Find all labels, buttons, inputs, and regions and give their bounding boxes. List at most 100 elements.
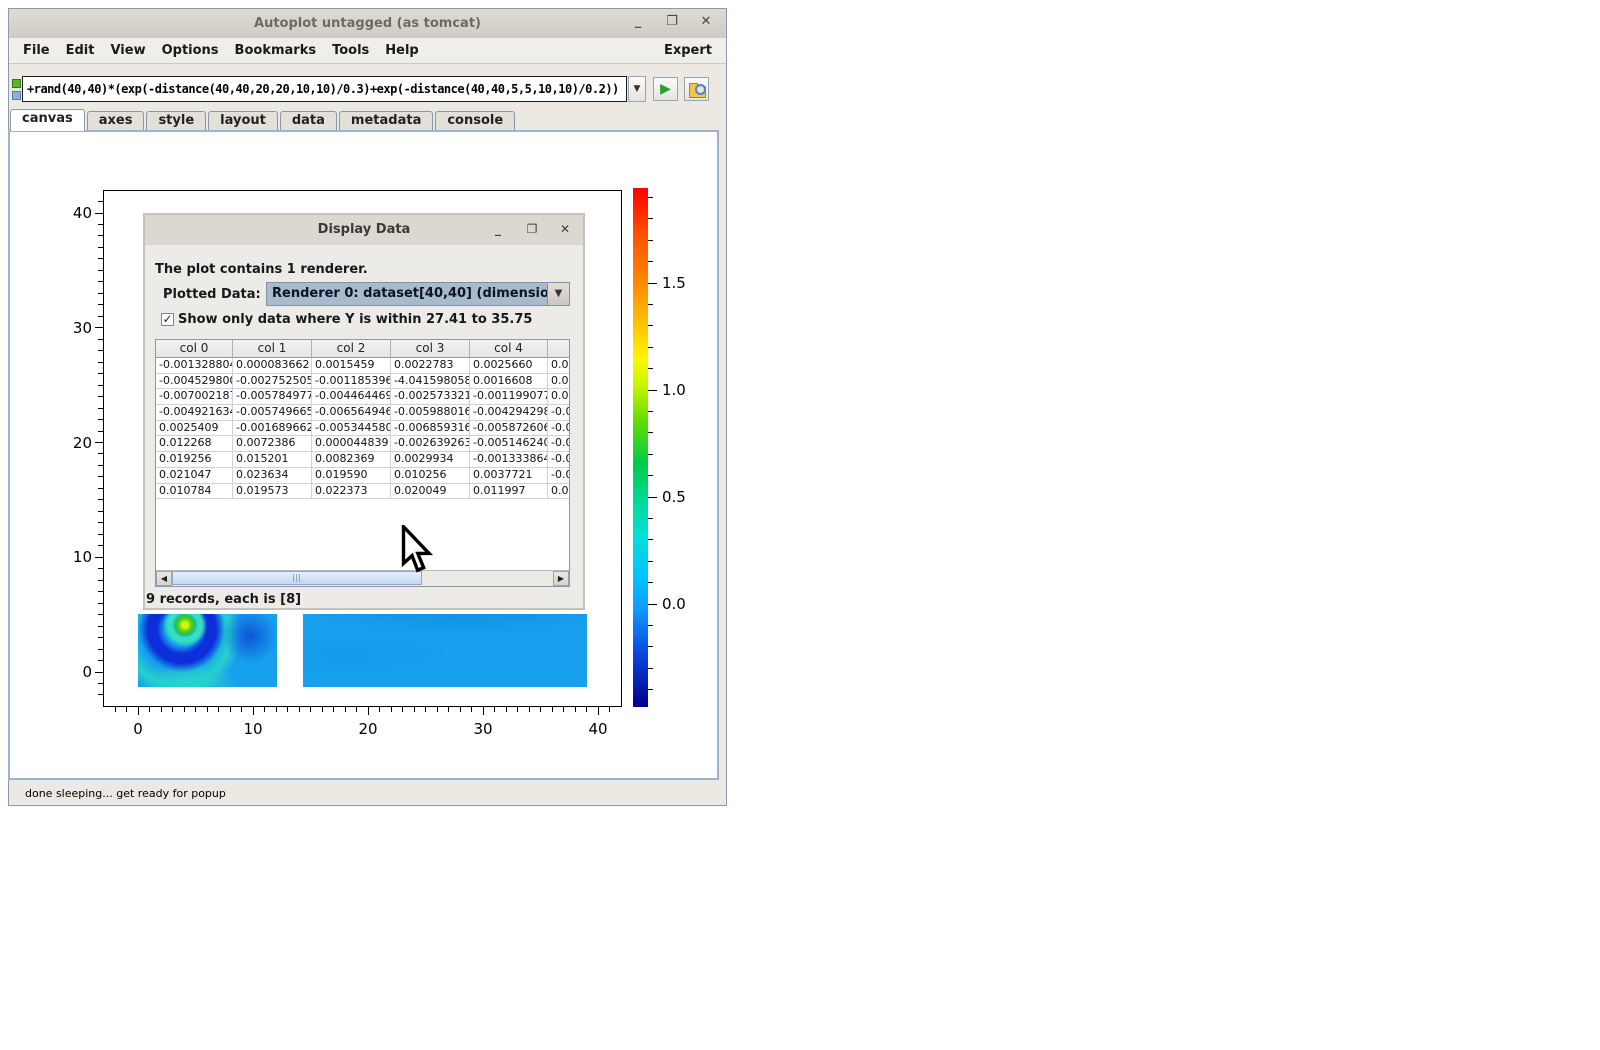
table-cell[interactable]: -0.004529800... <box>156 374 233 390</box>
table-cell[interactable]: -0.0 <box>548 452 570 468</box>
table-cell[interactable]: 0.011997 <box>470 484 548 500</box>
table-cell[interactable]: 0.0022783 <box>391 358 470 374</box>
expert-label[interactable]: Expert <box>664 43 712 58</box>
go-button[interactable]: ▶ <box>653 77 678 101</box>
window-titlebar[interactable]: Autoplot untagged (as tomcat) <box>9 9 726 38</box>
minimize-icon[interactable]: _ <box>627 14 649 32</box>
inspect-uri-button[interactable] <box>684 77 709 101</box>
menu-help[interactable]: Help <box>377 43 426 58</box>
tab-data[interactable]: data <box>280 111 337 131</box>
menu-view[interactable]: View <box>102 43 153 58</box>
chevron-down-icon[interactable]: ▼ <box>547 283 569 305</box>
menu-tools[interactable]: Tools <box>324 43 377 58</box>
table-cell[interactable]: -0.005146240... <box>470 436 548 452</box>
table-cell[interactable]: -0.0 <box>548 468 570 484</box>
menu-options[interactable]: Options <box>154 43 227 58</box>
table-cell[interactable]: 0.0072386 <box>233 436 312 452</box>
column-header[interactable]: col 3 <box>391 340 470 358</box>
table-cell[interactable]: 0.023634 <box>233 468 312 484</box>
table-row[interactable]: 0.0107840.0195730.0223730.0200490.011997… <box>156 484 569 500</box>
table-cell[interactable]: -0.002573321... <box>391 389 470 405</box>
table-cell[interactable]: -0.007002187... <box>156 389 233 405</box>
uri-input[interactable]: +rand(40,40)*(exp(-distance(40,40,20,20,… <box>22 76 627 102</box>
menu-bookmarks[interactable]: Bookmarks <box>227 43 325 58</box>
table-cell[interactable]: 0.0029934 <box>391 452 470 468</box>
table-cell[interactable]: -0.002752505... <box>233 374 312 390</box>
table-cell[interactable]: 0.019573 <box>233 484 312 500</box>
table-cell[interactable]: 0.0015459 <box>312 358 391 374</box>
column-header[interactable]: col 2 <box>312 340 391 358</box>
table-cell[interactable]: 0.010256 <box>391 468 470 484</box>
filter-checkbox[interactable]: ✓ <box>161 313 174 326</box>
uri-dropdown-button[interactable]: ▼ <box>628 76 646 102</box>
table-cell[interactable]: -0.0 <box>548 405 570 421</box>
table-cell[interactable]: -0.005784977... <box>233 389 312 405</box>
table-cell[interactable]: -0.001199077... <box>470 389 548 405</box>
table-cell[interactable]: -0.005988016... <box>391 405 470 421</box>
table-cell[interactable]: -0.002639263... <box>391 436 470 452</box>
table-cell[interactable]: -4.041598058... <box>391 374 470 390</box>
table-cell[interactable]: 0.021047 <box>156 468 233 484</box>
table-cell[interactable]: -0.005872606... <box>470 421 548 437</box>
table-cell[interactable]: -0.004921634... <box>156 405 233 421</box>
dialog-maximize-icon[interactable]: ❐ <box>522 221 542 239</box>
dialog-minimize-icon[interactable]: _ <box>488 221 508 239</box>
table-row[interactable]: 0.0192560.0152010.00823690.0029934-0.001… <box>156 452 569 468</box>
table-cell[interactable]: 0.0025660 <box>470 358 548 374</box>
table-cell[interactable]: -0.004464469... <box>312 389 391 405</box>
table-cell[interactable]: 0.00 <box>548 389 570 405</box>
table-cell[interactable]: 0.00 <box>548 374 570 390</box>
table-cell[interactable]: 0.019256 <box>156 452 233 468</box>
tab-canvas[interactable]: canvas <box>10 109 85 131</box>
table-row[interactable]: -0.001328804...0.0000836620.00154590.002… <box>156 358 569 374</box>
dialog-titlebar[interactable]: Display Data <box>145 215 583 245</box>
table-cell[interactable]: 0.0025409 <box>156 421 233 437</box>
table-cell[interactable]: -0.001328804... <box>156 358 233 374</box>
colorbar[interactable] <box>633 188 648 707</box>
table-cell[interactable]: -0.0 <box>548 436 570 452</box>
table-cell[interactable]: -0.006859316... <box>391 421 470 437</box>
column-header[interactable]: col 4 <box>470 340 548 358</box>
table-cell[interactable]: 0.000083662 <box>233 358 312 374</box>
tab-style[interactable]: style <box>146 111 206 131</box>
table-row[interactable]: 0.0210470.0236340.0195900.0102560.003772… <box>156 468 569 484</box>
table-row[interactable]: 0.0025409-0.001689662...-0.005344580...-… <box>156 421 569 437</box>
table-row[interactable]: -0.004529800...-0.002752505...-0.0011853… <box>156 374 569 390</box>
table-cell[interactable]: -0.001333864... <box>470 452 548 468</box>
column-header[interactable]: col 0 <box>156 340 233 358</box>
table-cell[interactable]: 0.010784 <box>156 484 233 500</box>
plotted-data-combo[interactable]: Renderer 0: dataset[40,40] (dimension...… <box>266 282 570 306</box>
table-cell[interactable]: 0.0082369 <box>312 452 391 468</box>
dialog-close-icon[interactable]: ✕ <box>555 221 575 239</box>
table-row[interactable]: -0.004921634...-0.005749665...-0.0065649… <box>156 405 569 421</box>
tab-axes[interactable]: axes <box>87 111 145 131</box>
table-cell[interactable]: 0.015201 <box>233 452 312 468</box>
table-cell[interactable]: 0.0037721 <box>470 468 548 484</box>
menu-file[interactable]: File <box>15 43 58 58</box>
table-cell[interactable]: -0.006564946... <box>312 405 391 421</box>
table-cell[interactable]: -0.005344580... <box>312 421 391 437</box>
table-cell[interactable]: -0.001185396... <box>312 374 391 390</box>
menu-edit[interactable]: Edit <box>58 43 103 58</box>
table-cell[interactable]: 0.012268 <box>156 436 233 452</box>
maximize-icon[interactable]: ❐ <box>661 14 683 32</box>
column-header[interactable]: col 5 <box>548 340 570 358</box>
table-cell[interactable]: 0.000044839 <box>312 436 391 452</box>
table-cell[interactable]: -0.0 <box>548 421 570 437</box>
tab-console[interactable]: console <box>435 111 515 131</box>
table-cell[interactable]: -0.004294298... <box>470 405 548 421</box>
tab-metadata[interactable]: metadata <box>339 111 433 131</box>
table-cell[interactable]: 0.00 <box>548 358 570 374</box>
table-cell[interactable]: 0.022373 <box>312 484 391 500</box>
table-row[interactable]: -0.007002187...-0.005784977...-0.0044644… <box>156 389 569 405</box>
scroll-right-icon[interactable]: ▶ <box>553 571 569 586</box>
table-cell[interactable]: 0.0016608 <box>470 374 548 390</box>
close-icon[interactable]: ✕ <box>695 14 717 32</box>
table-cell[interactable]: 0.020049 <box>391 484 470 500</box>
column-header[interactable]: col 1 <box>233 340 312 358</box>
tab-layout[interactable]: layout <box>208 111 278 131</box>
scroll-left-icon[interactable]: ◀ <box>156 571 172 586</box>
table-cell[interactable]: 0.019590 <box>312 468 391 484</box>
table-cell[interactable]: -0.005749665... <box>233 405 312 421</box>
table-cell[interactable]: 0.00 <box>548 484 570 500</box>
